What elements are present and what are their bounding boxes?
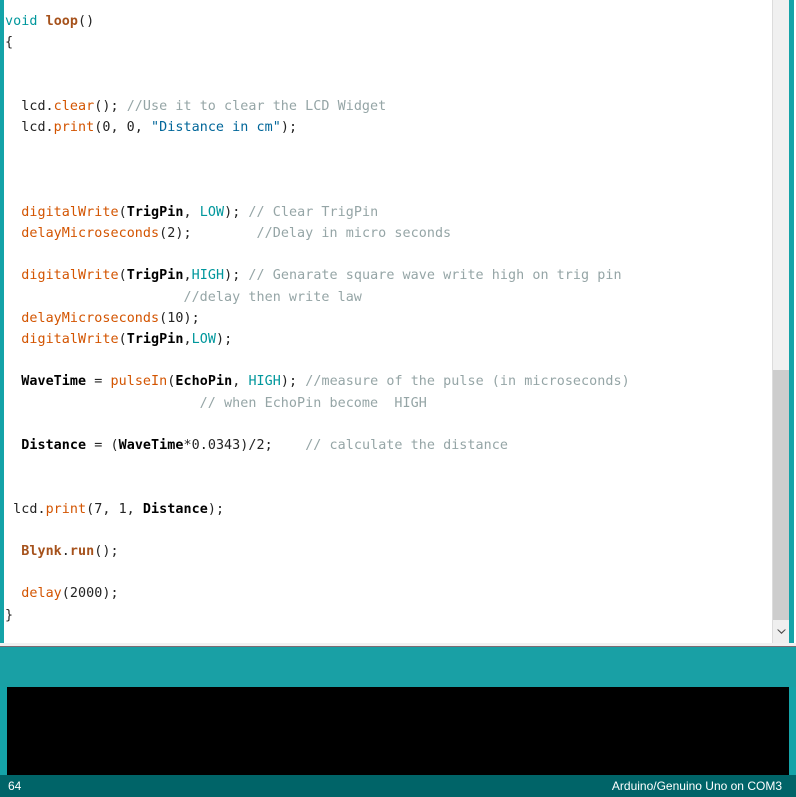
editor-right-accent-rail xyxy=(789,0,794,646)
status-bar: 64 Arduino/Genuino Uno on COM3 xyxy=(0,775,796,797)
ide-toolbar-band xyxy=(0,647,796,687)
editor-vertical-scrollbar[interactable] xyxy=(772,0,789,646)
serial-output-console[interactable] xyxy=(0,687,796,775)
scrollbar-down-button[interactable] xyxy=(773,620,789,643)
sketch-source-code[interactable]: void loop() { lcd.clear(); //Use it to c… xyxy=(5,11,630,626)
status-line-number: 64 xyxy=(8,779,22,793)
code-editor-region[interactable]: void loop() { lcd.clear(); //Use it to c… xyxy=(0,0,796,647)
editor-left-accent-rail xyxy=(0,0,4,646)
code-text-surface[interactable]: void loop() { lcd.clear(); //Use it to c… xyxy=(5,0,772,640)
status-board-port: Arduino/Genuino Uno on COM3 xyxy=(611,779,782,793)
arduino-ide-window: void loop() { lcd.clear(); //Use it to c… xyxy=(0,0,796,797)
scrollbar-thumb[interactable] xyxy=(773,370,789,620)
chevron-down-icon xyxy=(776,628,787,636)
console-output-text xyxy=(7,687,789,695)
